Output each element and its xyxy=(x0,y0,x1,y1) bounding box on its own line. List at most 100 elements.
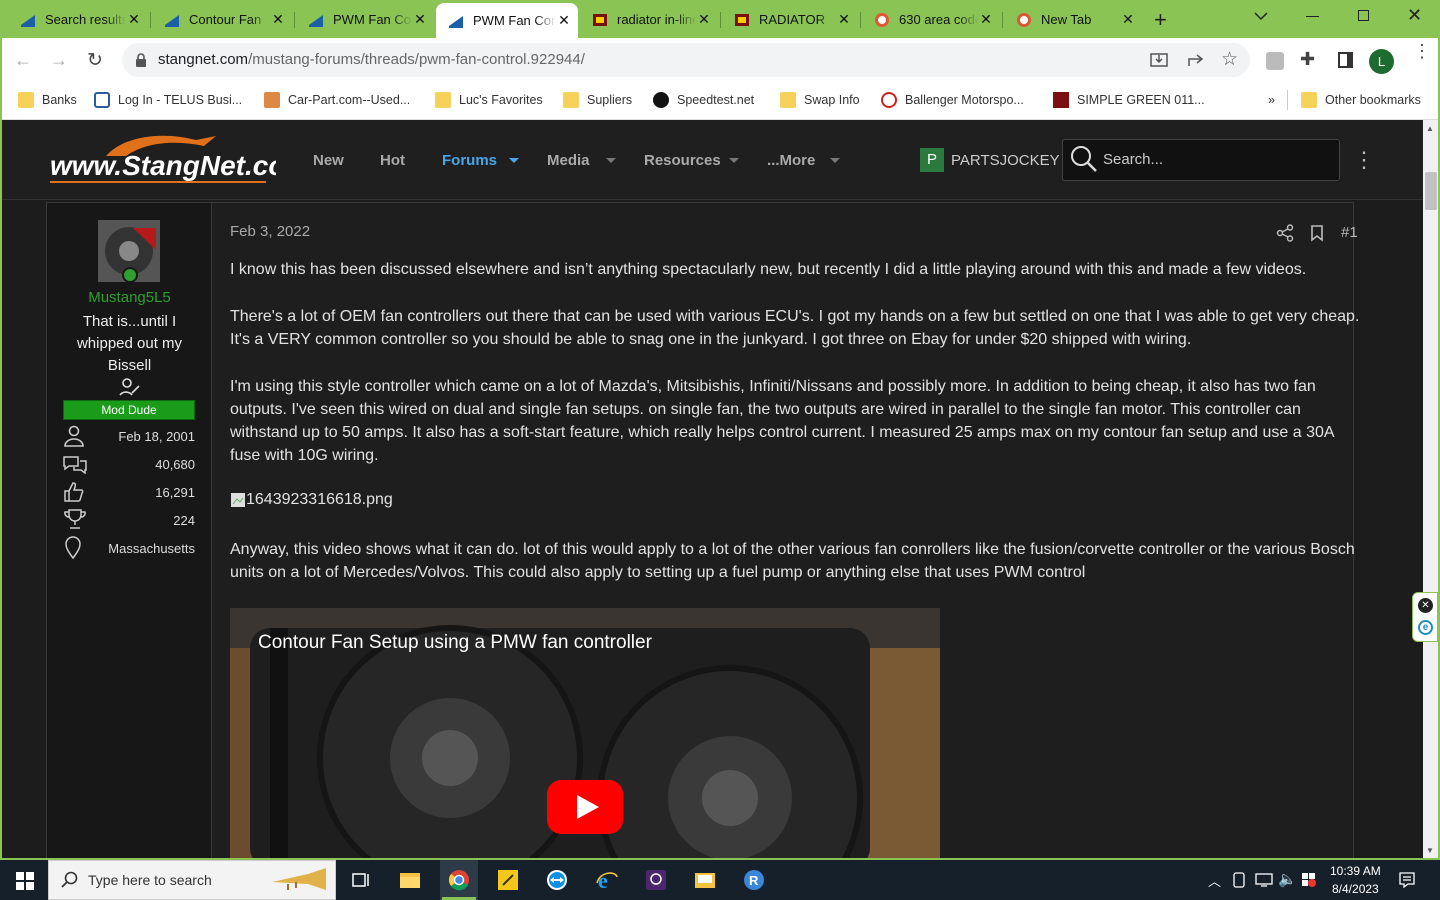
broken-image[interactable]: 1643923316618.png xyxy=(230,491,393,509)
tab-close-icon[interactable]: ✕ xyxy=(126,11,142,28)
bookmark-telus[interactable]: Log In - TELUS Busi... xyxy=(94,91,242,109)
page-scrollbar[interactable] xyxy=(1423,120,1438,858)
windows-start-icon[interactable] xyxy=(16,872,34,890)
tab-1[interactable]: Search results ✕ xyxy=(8,5,148,34)
location[interactable]: Massachusetts xyxy=(97,541,195,556)
bookmark-other[interactable]: Other bookmarks xyxy=(1301,91,1421,109)
tab-2[interactable]: Contour Fan ✕ xyxy=(152,5,292,34)
side-panel-icon[interactable] xyxy=(1338,52,1353,68)
clock-time[interactable]: 10:39 AM xyxy=(1330,864,1381,878)
chevron-down-icon[interactable] xyxy=(509,158,519,163)
nav-new[interactable]: New xyxy=(313,152,344,169)
browser-menu-icon[interactable]: ⋮ xyxy=(1413,42,1431,60)
chevron-down-icon[interactable] xyxy=(606,158,616,163)
video-title[interactable]: Contour Fan Setup using a PMW fan contro… xyxy=(258,632,652,654)
lock-icon[interactable] xyxy=(135,53,147,67)
profile-avatar[interactable]: L xyxy=(1369,49,1394,74)
search-placeholder[interactable]: Search... xyxy=(1103,151,1163,168)
new-tab-plus-icon[interactable]: + xyxy=(1154,7,1167,33)
extensions-puzzle-icon[interactable]: ✚ xyxy=(1300,49,1315,70)
tab-close-icon[interactable]: ✕ xyxy=(836,11,852,28)
bookmark-lucs-favorites[interactable]: Luc's Favorites xyxy=(435,91,543,109)
chevron-down-icon[interactable] xyxy=(830,158,840,163)
tray-chevron-up-icon[interactable]: ︿ xyxy=(1208,871,1221,890)
minimize-icon[interactable] xyxy=(1306,16,1319,17)
scrollbar-thumb[interactable] xyxy=(1425,172,1437,210)
radiator-favicon-icon xyxy=(593,13,607,26)
chrome-icon[interactable] xyxy=(448,869,470,891)
tab-close-icon[interactable]: ✕ xyxy=(270,11,286,28)
chevron-down-icon[interactable] xyxy=(729,158,739,163)
back-arrow-icon[interactable]: ← xyxy=(14,50,32,71)
tab-8[interactable]: New Tab ✕ xyxy=(1004,5,1142,34)
widget-e-icon[interactable]: e xyxy=(1418,620,1433,635)
stangnet-favicon-icon xyxy=(165,14,179,27)
stangnet-logo[interactable]: www.StangNet.com xyxy=(46,128,276,192)
nav-hot[interactable]: Hot xyxy=(380,152,405,169)
security-alert-icon[interactable] xyxy=(1300,871,1316,889)
install-app-icon[interactable] xyxy=(1150,52,1168,68)
share-icon[interactable] xyxy=(1276,224,1294,242)
youtube-play-icon[interactable] xyxy=(547,780,623,834)
bookmark-supliers[interactable]: Supliers xyxy=(563,91,632,109)
post-paragraph-3: I'm using this style controller which ca… xyxy=(230,378,1334,464)
tab-3[interactable]: PWM Fan Control✕ xyxy=(296,5,434,34)
post-number[interactable]: #1 xyxy=(1341,224,1358,241)
widget-close-icon[interactable]: ✕ xyxy=(1418,598,1433,613)
tray-device-icon[interactable] xyxy=(1232,872,1246,888)
forward-arrow-icon[interactable]: → xyxy=(50,50,68,71)
extension-icon[interactable] xyxy=(1266,52,1284,70)
volume-icon[interactable]: 🔈 xyxy=(1278,870,1297,888)
tab-close-icon[interactable]: ✕ xyxy=(412,11,428,28)
nav-media[interactable]: Media xyxy=(547,152,590,169)
share-icon[interactable] xyxy=(1186,52,1204,68)
mail-folder-icon[interactable] xyxy=(694,869,716,891)
bookmark-swap-info[interactable]: Swap Info xyxy=(780,91,860,109)
teamviewer-icon[interactable] xyxy=(546,869,568,891)
taskbar-search-placeholder[interactable]: Type here to search xyxy=(88,872,212,888)
telus-app-icon[interactable] xyxy=(645,869,667,891)
scroll-down-arrow-icon[interactable]: ▼ xyxy=(1426,846,1434,855)
network-icon[interactable] xyxy=(1255,873,1273,887)
scroll-up-arrow-icon[interactable]: ▲ xyxy=(1426,124,1434,133)
site-menu-icon[interactable]: ⋮ xyxy=(1353,147,1375,173)
url-text[interactable]: stangnet.com/mustang-forums/threads/pwm-… xyxy=(158,51,585,68)
bookmark-banks[interactable]: Banks xyxy=(18,91,77,109)
tab-close-icon[interactable]: ✕ xyxy=(556,12,572,29)
bookmark-simple-green[interactable]: SIMPLE GREEN 011... xyxy=(1053,91,1205,109)
internet-explorer-icon[interactable]: e xyxy=(596,869,618,891)
username-link[interactable]: PARTSJOCKEY xyxy=(951,152,1060,169)
remote-app-icon[interactable]: R xyxy=(743,869,765,891)
clock-date[interactable]: 8/4/2023 xyxy=(1332,882,1379,896)
post-date[interactable]: Feb 3, 2022 xyxy=(230,223,310,240)
bookmark-star-icon[interactable]: ☆ xyxy=(1221,48,1238,71)
sticky-notes-icon[interactable] xyxy=(497,869,519,891)
tab-close-icon[interactable]: ✕ xyxy=(1120,11,1136,28)
bookmarks-overflow-chevron[interactable]: » xyxy=(1268,91,1275,109)
tab-search-chevron-icon[interactable] xyxy=(1254,11,1268,21)
search-icon[interactable] xyxy=(1070,145,1098,173)
restore-icon[interactable] xyxy=(1358,10,1369,21)
file-explorer-icon[interactable] xyxy=(399,869,421,891)
youtube-embed[interactable]: Contour Fan Setup using a PMW fan contro… xyxy=(230,608,940,858)
task-view-icon[interactable] xyxy=(350,869,372,891)
bookmark-speedtest[interactable]: Speedtest.net xyxy=(653,91,754,109)
bookmark-car-part[interactable]: Car-Part.com--Used... xyxy=(264,91,410,109)
tab-7[interactable]: 630 area code ✕ xyxy=(862,5,1000,34)
tab-5[interactable]: radiator in-line ✕ xyxy=(580,5,718,34)
tab-6[interactable]: RADIATOR ✕ xyxy=(722,5,858,34)
window-close-icon[interactable]: ✕ xyxy=(1407,5,1422,26)
nav-forums[interactable]: Forums xyxy=(442,152,497,169)
bookmark-icon[interactable] xyxy=(1310,224,1324,242)
author-name[interactable]: Mustang5L5 xyxy=(47,289,212,306)
nav-more[interactable]: ...More xyxy=(767,152,815,169)
reload-icon[interactable]: ↻ xyxy=(87,49,103,72)
nav-resources[interactable]: Resources xyxy=(644,152,721,169)
tab-close-icon[interactable]: ✕ xyxy=(696,11,712,28)
bookmark-ballenger[interactable]: Ballenger Motorspo... xyxy=(881,91,1024,109)
notifications-icon[interactable] xyxy=(1398,871,1416,889)
reaction-count: 16,291 xyxy=(155,485,195,500)
tab-close-icon[interactable]: ✕ xyxy=(978,11,994,28)
tab-4-active[interactable]: PWM Fan Control✕ xyxy=(436,3,578,38)
user-avatar[interactable]: P xyxy=(920,148,944,172)
